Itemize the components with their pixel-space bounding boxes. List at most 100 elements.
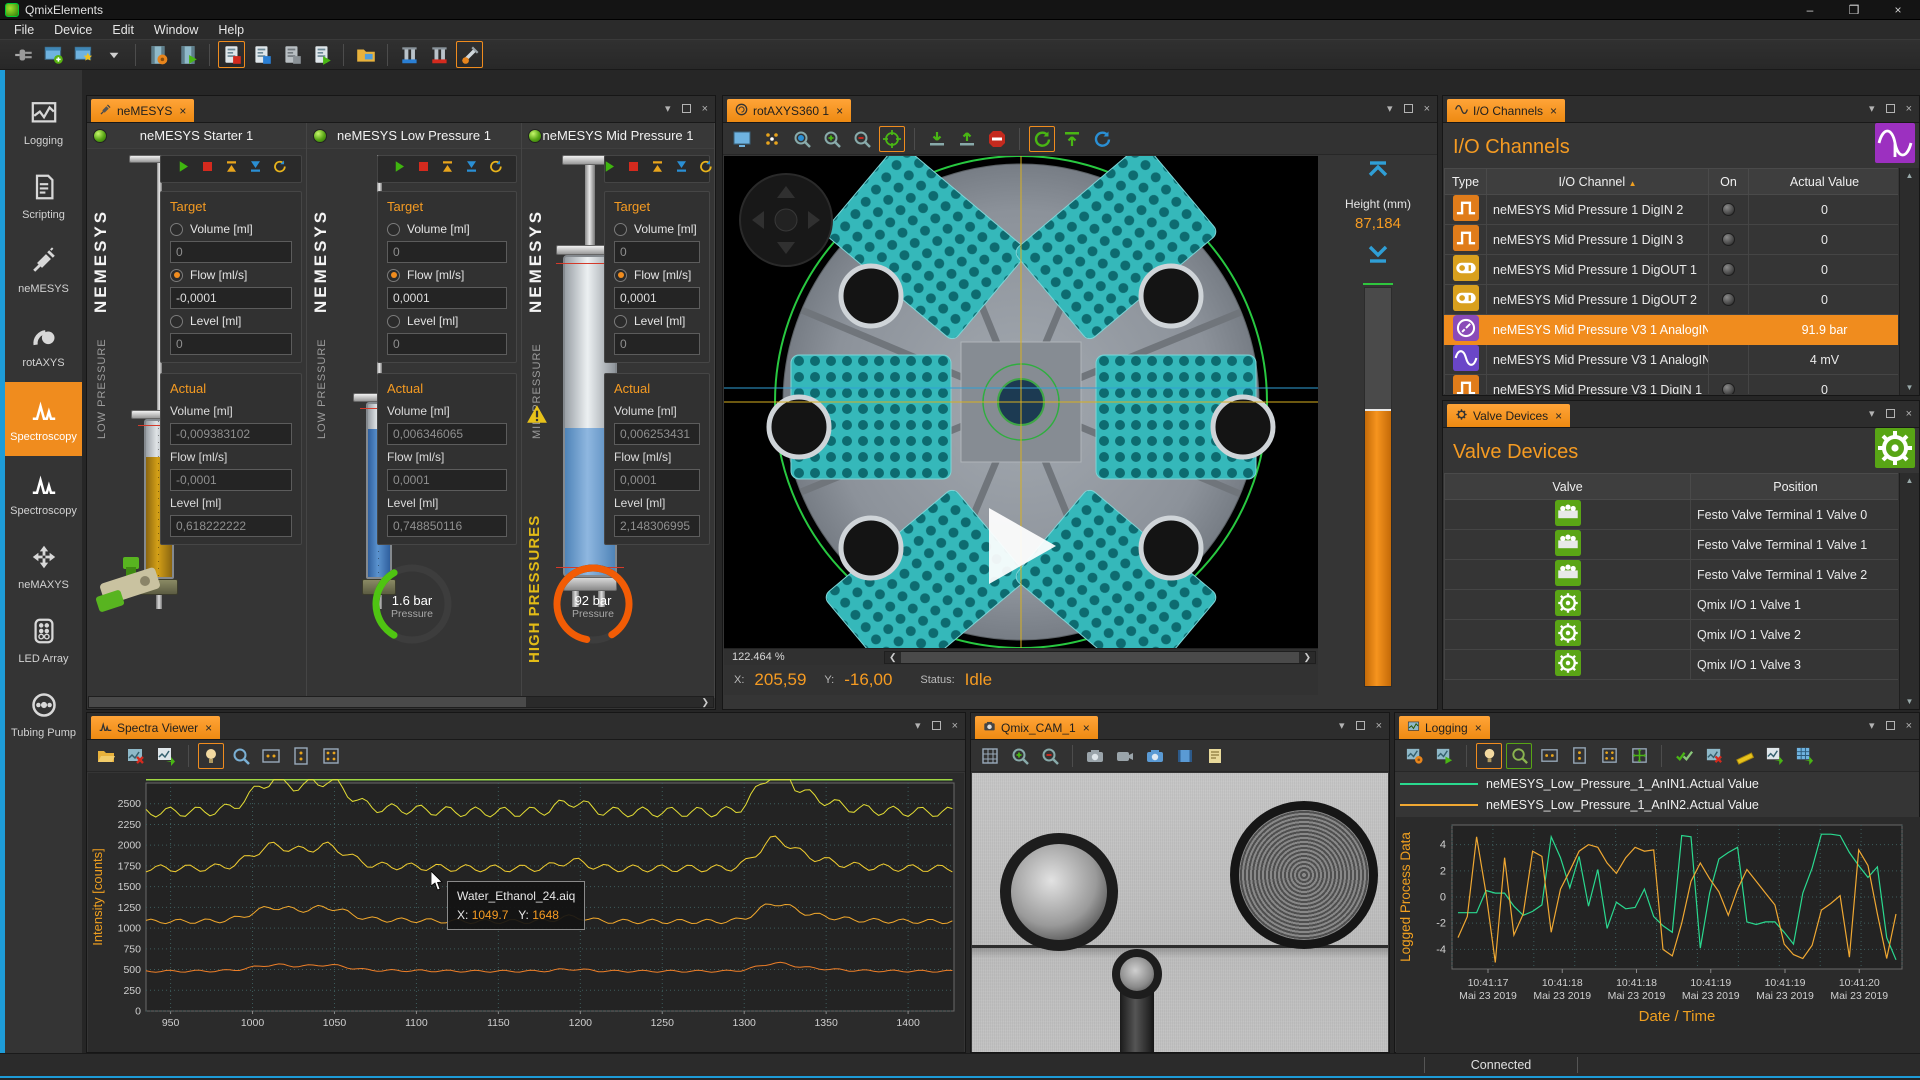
menu-edit[interactable]: Edit bbox=[102, 20, 144, 39]
moveup-button[interactable] bbox=[954, 126, 980, 152]
chartexp-button[interactable] bbox=[1761, 743, 1787, 769]
screen-button[interactable] bbox=[729, 126, 755, 152]
on-led[interactable] bbox=[1722, 293, 1735, 306]
on-led[interactable] bbox=[1722, 263, 1735, 276]
target-level-input[interactable] bbox=[614, 333, 700, 355]
stage-hscrollbar[interactable]: ❮❯ bbox=[884, 651, 1316, 664]
zoomin-button[interactable] bbox=[819, 126, 845, 152]
folder-button[interactable] bbox=[93, 743, 119, 769]
logging-chart[interactable]: 420-2-410:41:17Mai 23 201910:41:18Mai 23… bbox=[1396, 817, 1920, 1053]
window-star-button[interactable] bbox=[70, 41, 97, 68]
radio-volume[interactable] bbox=[387, 223, 400, 236]
close-tab-icon[interactable]: × bbox=[1475, 721, 1482, 735]
close-tab-icon[interactable]: × bbox=[836, 104, 843, 118]
refill-button[interactable] bbox=[272, 159, 287, 179]
script-gray-button[interactable] bbox=[278, 41, 305, 68]
close-tab-icon[interactable]: × bbox=[1550, 104, 1557, 118]
float-panel-icon[interactable] bbox=[932, 721, 941, 730]
on-led[interactable] bbox=[1722, 233, 1735, 246]
sidebar-item-nemaxys[interactable]: neMAXYS bbox=[5, 530, 82, 604]
chartx-button[interactable] bbox=[123, 743, 149, 769]
panel-menu-icon[interactable]: ▾ bbox=[1869, 407, 1875, 420]
sidebar-item-tubing-pump[interactable]: Tubing Pump bbox=[5, 678, 82, 752]
bulb-button[interactable] bbox=[1476, 743, 1502, 769]
cam2-button[interactable] bbox=[1112, 743, 1138, 769]
sidebar-item-nemesys[interactable]: neMESYS bbox=[5, 234, 82, 308]
table-row[interactable]: neMESYS Mid Pressure 1 DigIN 30 bbox=[1445, 225, 1899, 255]
column-header-position[interactable]: Position bbox=[1691, 474, 1899, 500]
table-row[interactable]: neMESYS Mid Pressure V3 1 AnalogIN 191.9… bbox=[1445, 315, 1899, 345]
tab-qmix-cam[interactable]: Qmix_CAM_1× bbox=[975, 716, 1098, 739]
start-button[interactable] bbox=[602, 159, 617, 179]
film-button[interactable] bbox=[1172, 743, 1198, 769]
radio-level[interactable] bbox=[170, 315, 183, 328]
target-flow-input[interactable] bbox=[387, 287, 507, 309]
tab-rotaxys360[interactable]: rotAXYS360 1× bbox=[727, 99, 851, 122]
checks-button[interactable] bbox=[1671, 743, 1697, 769]
fit-button[interactable] bbox=[318, 743, 344, 769]
ruler-button[interactable] bbox=[1731, 743, 1757, 769]
fill-syringe-button[interactable] bbox=[674, 159, 689, 179]
note-button[interactable] bbox=[1202, 743, 1228, 769]
film-gear-button[interactable] bbox=[144, 41, 171, 68]
script-red-button[interactable] bbox=[218, 41, 245, 68]
sidebar-item-rotaxys[interactable]: rotAXYS bbox=[5, 308, 82, 382]
close-tab-icon[interactable]: × bbox=[179, 104, 186, 118]
radio-volume[interactable] bbox=[170, 223, 183, 236]
on-led[interactable] bbox=[1722, 383, 1735, 394]
script-play-button[interactable] bbox=[308, 41, 335, 68]
dots-button[interactable] bbox=[759, 126, 785, 152]
column-header-actualvalue[interactable]: Actual Value bbox=[1749, 169, 1899, 195]
menu-help[interactable]: Help bbox=[208, 20, 254, 39]
column-header-type[interactable]: Type bbox=[1445, 169, 1487, 195]
target-flow-input[interactable] bbox=[170, 287, 292, 309]
table-row[interactable]: neMESYS Mid Pressure 1 DigIN 20 bbox=[1445, 195, 1899, 225]
rotg-button[interactable] bbox=[1029, 126, 1055, 152]
sidebar-item-scripting[interactable]: Scripting bbox=[5, 160, 82, 234]
zoomout-button[interactable] bbox=[849, 126, 875, 152]
valve-vscrollbar[interactable]: ▲▼ bbox=[1899, 473, 1919, 709]
target-volume-input[interactable] bbox=[614, 241, 700, 263]
table-row[interactable]: Qmix I/O 1 Valve 11 - outlet bbox=[1445, 590, 1899, 620]
close-button[interactable]: × bbox=[1876, 0, 1920, 19]
float-panel-icon[interactable] bbox=[1886, 721, 1895, 730]
magb-button[interactable] bbox=[228, 743, 254, 769]
table-row[interactable]: Festo Valve Terminal 1 Valve 04 bbox=[1445, 500, 1899, 530]
close-panel-icon[interactable]: × bbox=[1906, 103, 1912, 115]
close-panel-icon[interactable]: × bbox=[702, 103, 708, 115]
close-panel-icon[interactable]: × bbox=[952, 720, 958, 732]
stop-button[interactable] bbox=[200, 159, 215, 179]
tab-nemesys[interactable]: neMESYS× bbox=[91, 99, 194, 122]
refill-button[interactable] bbox=[488, 159, 503, 179]
radio-flow[interactable] bbox=[170, 269, 183, 282]
rangev-button[interactable] bbox=[1566, 743, 1592, 769]
tab-valve-devices[interactable]: Valve Devices× bbox=[1447, 404, 1570, 427]
fill-syringe-button[interactable] bbox=[248, 159, 263, 179]
height-slider[interactable] bbox=[1364, 287, 1392, 687]
sidebar-item-led-array[interactable]: LED Array bbox=[5, 604, 82, 678]
zoom10-button[interactable] bbox=[789, 126, 815, 152]
fit-button[interactable] bbox=[1596, 743, 1622, 769]
chartx-button[interactable] bbox=[1701, 743, 1727, 769]
pump-blue-button[interactable] bbox=[396, 41, 423, 68]
rangeh-button[interactable] bbox=[1536, 743, 1562, 769]
movedown-button[interactable] bbox=[924, 126, 950, 152]
rotb-button[interactable] bbox=[1089, 126, 1115, 152]
float-panel-icon[interactable] bbox=[1886, 409, 1895, 418]
zoomin-button[interactable] bbox=[1007, 743, 1033, 769]
radio-flow[interactable] bbox=[614, 269, 627, 282]
float-panel-icon[interactable] bbox=[1404, 104, 1413, 113]
tab-io-channels[interactable]: I/O Channels× bbox=[1447, 99, 1565, 122]
scroll-right-icon[interactable]: ❯ bbox=[697, 697, 713, 708]
radio-level[interactable] bbox=[387, 315, 400, 328]
menu-device[interactable]: Device bbox=[44, 20, 102, 39]
column-header-valve[interactable]: Valve bbox=[1445, 474, 1691, 500]
bulb-button[interactable] bbox=[198, 743, 224, 769]
maximize-button[interactable]: ❒ bbox=[1832, 0, 1876, 19]
sidebar-item-spectroscopy[interactable]: Spectroscopy bbox=[5, 382, 82, 456]
panel-menu-icon[interactable]: ▾ bbox=[915, 719, 921, 732]
sidebar-item-logging[interactable]: Logging bbox=[5, 86, 82, 160]
connect-button[interactable] bbox=[10, 41, 37, 68]
window-add-button[interactable] bbox=[40, 41, 67, 68]
close-panel-icon[interactable]: × bbox=[1906, 720, 1912, 732]
